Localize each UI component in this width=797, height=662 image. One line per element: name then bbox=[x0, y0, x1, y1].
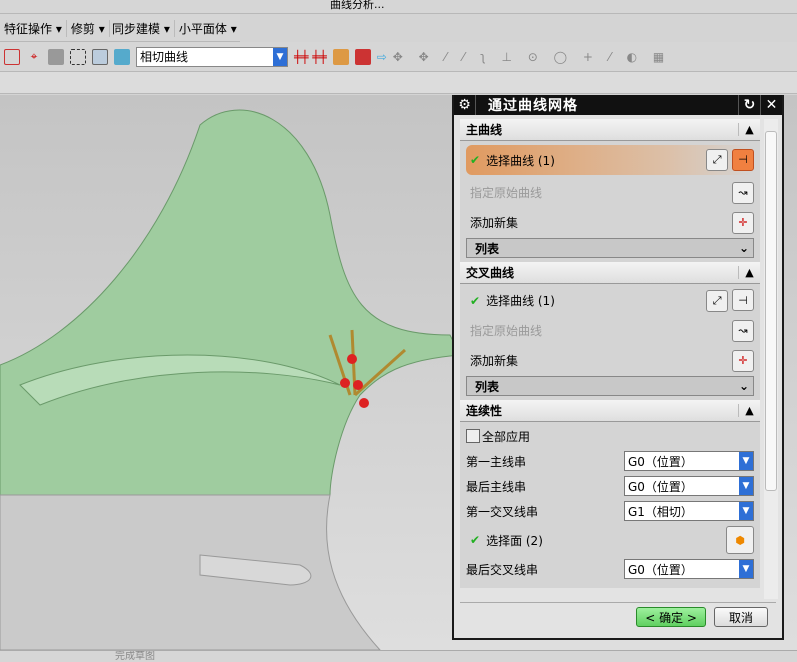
curve-analysis-button[interactable]: 曲线分析... bbox=[330, 0, 385, 12]
cross-list[interactable]: 列表 ⌄ bbox=[466, 376, 754, 396]
curve-select-icon[interactable]: ⊣ bbox=[732, 148, 754, 171]
menu-feature-ops[interactable]: 特征操作 ▾ bbox=[0, 19, 67, 37]
face-select-icon[interactable]: ⬢ bbox=[726, 526, 754, 554]
check-icon: ✔ bbox=[470, 533, 481, 547]
list-label: 列表 bbox=[475, 379, 500, 394]
primary-list[interactable]: 列表 ⌄ bbox=[466, 238, 754, 258]
add-set-label: 添加新集 bbox=[470, 354, 519, 368]
menu-label: 修剪 bbox=[70, 21, 95, 36]
select-value: G0（位置） bbox=[628, 562, 693, 577]
dialog-body: 主曲线 ▲ ✔ 选择曲线 (1) ⤢ ⊣ 指定原始曲线 ↝ 添加新集 ✛ 列表 ⌄ 交叉曲线… bbox=[460, 119, 760, 599]
pin-icon[interactable] bbox=[354, 48, 371, 65]
through-curve-mesh-dialog: ⚙ 通过曲线网格 ↻ ✕ 主曲线 ▲ ✔ 选择曲线 (1) ⤢ ⊣ 指定原始曲线 ↝ 添… bbox=[452, 95, 784, 640]
last-cross-select[interactable]: G0（位置） ▼ bbox=[624, 559, 754, 579]
reset-icon[interactable]: ↻ bbox=[738, 95, 760, 115]
select-value: G0（位置） bbox=[628, 479, 693, 494]
first-primary-select[interactable]: G0（位置） ▼ bbox=[624, 451, 754, 471]
section-title: 交叉曲线 bbox=[466, 266, 515, 280]
apply-all-label: 全部应用 bbox=[482, 429, 531, 444]
control-point[interactable] bbox=[340, 378, 350, 388]
last-primary-select[interactable]: G0（位置） ▼ bbox=[624, 476, 754, 496]
control-point[interactable] bbox=[347, 354, 357, 364]
ok-button[interactable]: < 确定 > bbox=[636, 607, 706, 627]
reverse-direction-icon[interactable]: ⤢ bbox=[706, 289, 729, 312]
cross-select-curve[interactable]: ✔ 选择曲线 (1) ⤢ ⊣ bbox=[466, 288, 754, 313]
last-cross-label: 最后交叉线串 bbox=[466, 562, 539, 577]
wire-icon[interactable] bbox=[48, 48, 64, 65]
chevron-down-icon: ⌄ bbox=[738, 241, 749, 255]
top-toolbar: 曲线分析... bbox=[0, 0, 797, 14]
menu-trim[interactable]: 修剪 ▾ bbox=[67, 19, 110, 37]
first-primary-label: 第一主线串 bbox=[466, 454, 527, 469]
chevron-down-icon: ⌄ bbox=[738, 379, 749, 393]
section-primary-header[interactable]: 主曲线 ▲ bbox=[460, 119, 760, 141]
chevron-down-icon: ▼ bbox=[739, 502, 753, 520]
close-icon[interactable]: ✕ bbox=[760, 95, 782, 115]
bottom-toolbar: 完成草图 bbox=[0, 650, 797, 662]
dialog-titlebar: ⚙ 通过曲线网格 ↻ ✕ bbox=[454, 95, 782, 115]
section-title: 主曲线 bbox=[466, 123, 503, 137]
origin-curve-icon[interactable]: ↝ bbox=[732, 181, 754, 204]
dialog-title: 通过曲线网格 bbox=[488, 98, 578, 114]
check-icon: ✔ bbox=[470, 153, 481, 167]
curve-rule-value: 相切曲线 bbox=[140, 50, 189, 64]
collapse-icon[interactable]: ▲ bbox=[738, 266, 760, 279]
chevron-down-icon: ▼ bbox=[739, 452, 753, 470]
menu-toolbar-rest: 同步建模 ▾ 小平面体 ▾ bbox=[108, 14, 241, 42]
control-point[interactable] bbox=[359, 398, 369, 408]
add-set-label: 添加新集 bbox=[470, 216, 519, 230]
chevron-down-icon: ▼ bbox=[739, 477, 753, 495]
divider bbox=[460, 602, 776, 603]
solid-icon[interactable] bbox=[114, 48, 130, 65]
point-icon[interactable]: ⌖ bbox=[26, 49, 42, 65]
curve-select-icon[interactable]: ⊣ bbox=[732, 289, 754, 312]
reverse-direction-icon[interactable]: ⤢ bbox=[706, 149, 729, 172]
section-cross-header[interactable]: 交叉曲线 ▲ bbox=[460, 262, 760, 284]
select-value: G1（相切） bbox=[628, 504, 693, 519]
add-set-icon[interactable]: ✛ bbox=[732, 211, 754, 234]
select-label: 选择曲线 (1) bbox=[486, 294, 555, 308]
menu-sync-modeling[interactable]: 同步建模 ▾ bbox=[108, 19, 175, 37]
chevron-down-icon: ▼ bbox=[739, 560, 753, 578]
first-cross-label: 第一交叉线串 bbox=[466, 504, 539, 519]
collapse-icon[interactable]: ▲ bbox=[738, 404, 760, 417]
curve-rule-select[interactable]: 相切曲线 ▼ bbox=[136, 46, 288, 67]
menu-facet-body[interactable]: 小平面体 ▾ bbox=[175, 20, 241, 37]
status-toolbar bbox=[0, 72, 797, 94]
gear-icon[interactable]: ⚙ bbox=[454, 95, 476, 115]
arrow-right-icon[interactable]: ⇨ bbox=[377, 50, 387, 64]
cancel-button[interactable]: 取消 bbox=[713, 607, 768, 627]
snap-icons[interactable]: ✥ ✥ ⁄ ⁄ ʅ ⊥ ⊙ ◯ + ⁄ ◐ ▦ bbox=[393, 50, 670, 64]
select-label: 选择曲线 (1) bbox=[486, 153, 555, 168]
origin-curve-icon[interactable]: ↝ bbox=[732, 319, 754, 342]
dialog-scrollbar[interactable] bbox=[764, 119, 778, 599]
section-title: 连续性 bbox=[466, 404, 503, 418]
select-box-icon[interactable] bbox=[70, 48, 86, 65]
menu-label: 小平面体 bbox=[178, 21, 227, 36]
apply-all-checkbox[interactable] bbox=[466, 429, 480, 443]
section-continuity-header[interactable]: 连续性 ▲ bbox=[460, 400, 760, 422]
tool-icon[interactable] bbox=[332, 48, 349, 65]
specify-origin-label: 指定原始曲线 bbox=[470, 324, 543, 338]
select-face-label: 选择面 (2) bbox=[486, 533, 543, 548]
specify-origin-label: 指定原始曲线 bbox=[470, 186, 543, 200]
select-value: G0（位置） bbox=[628, 454, 693, 469]
add-set-icon[interactable]: ✛ bbox=[732, 349, 754, 372]
cube-icon[interactable] bbox=[92, 48, 108, 65]
snap-point-icon[interactable] bbox=[4, 48, 20, 65]
menu-label: 同步建模 bbox=[112, 21, 161, 36]
chevron-down-icon: ▼ bbox=[273, 47, 287, 66]
list-label: 列表 bbox=[475, 241, 500, 256]
control-point[interactable] bbox=[353, 380, 363, 390]
scroll-thumb[interactable] bbox=[765, 131, 777, 491]
first-cross-select[interactable]: G1（相切） ▼ bbox=[624, 501, 754, 521]
finish-sketch-button[interactable]: 完成草图 bbox=[115, 651, 155, 662]
check-icon: ✔ bbox=[470, 293, 481, 308]
bridge-icon[interactable]: ╪╪ ╪╪ bbox=[294, 50, 327, 64]
last-primary-label: 最后主线串 bbox=[466, 479, 527, 494]
collapse-icon[interactable]: ▲ bbox=[738, 123, 760, 136]
selection-toolbar: ⌖ 相切曲线 ▼ ╪╪ ╪╪ ⇨ ✥ ✥ ⁄ ⁄ ʅ ⊥ ⊙ ◯ + ⁄ ◐ ▦ bbox=[0, 42, 797, 72]
primary-select-curve[interactable]: ✔ 选择曲线 (1) ⤢ ⊣ bbox=[466, 145, 754, 175]
menu-label: 特征操作 bbox=[4, 21, 53, 36]
